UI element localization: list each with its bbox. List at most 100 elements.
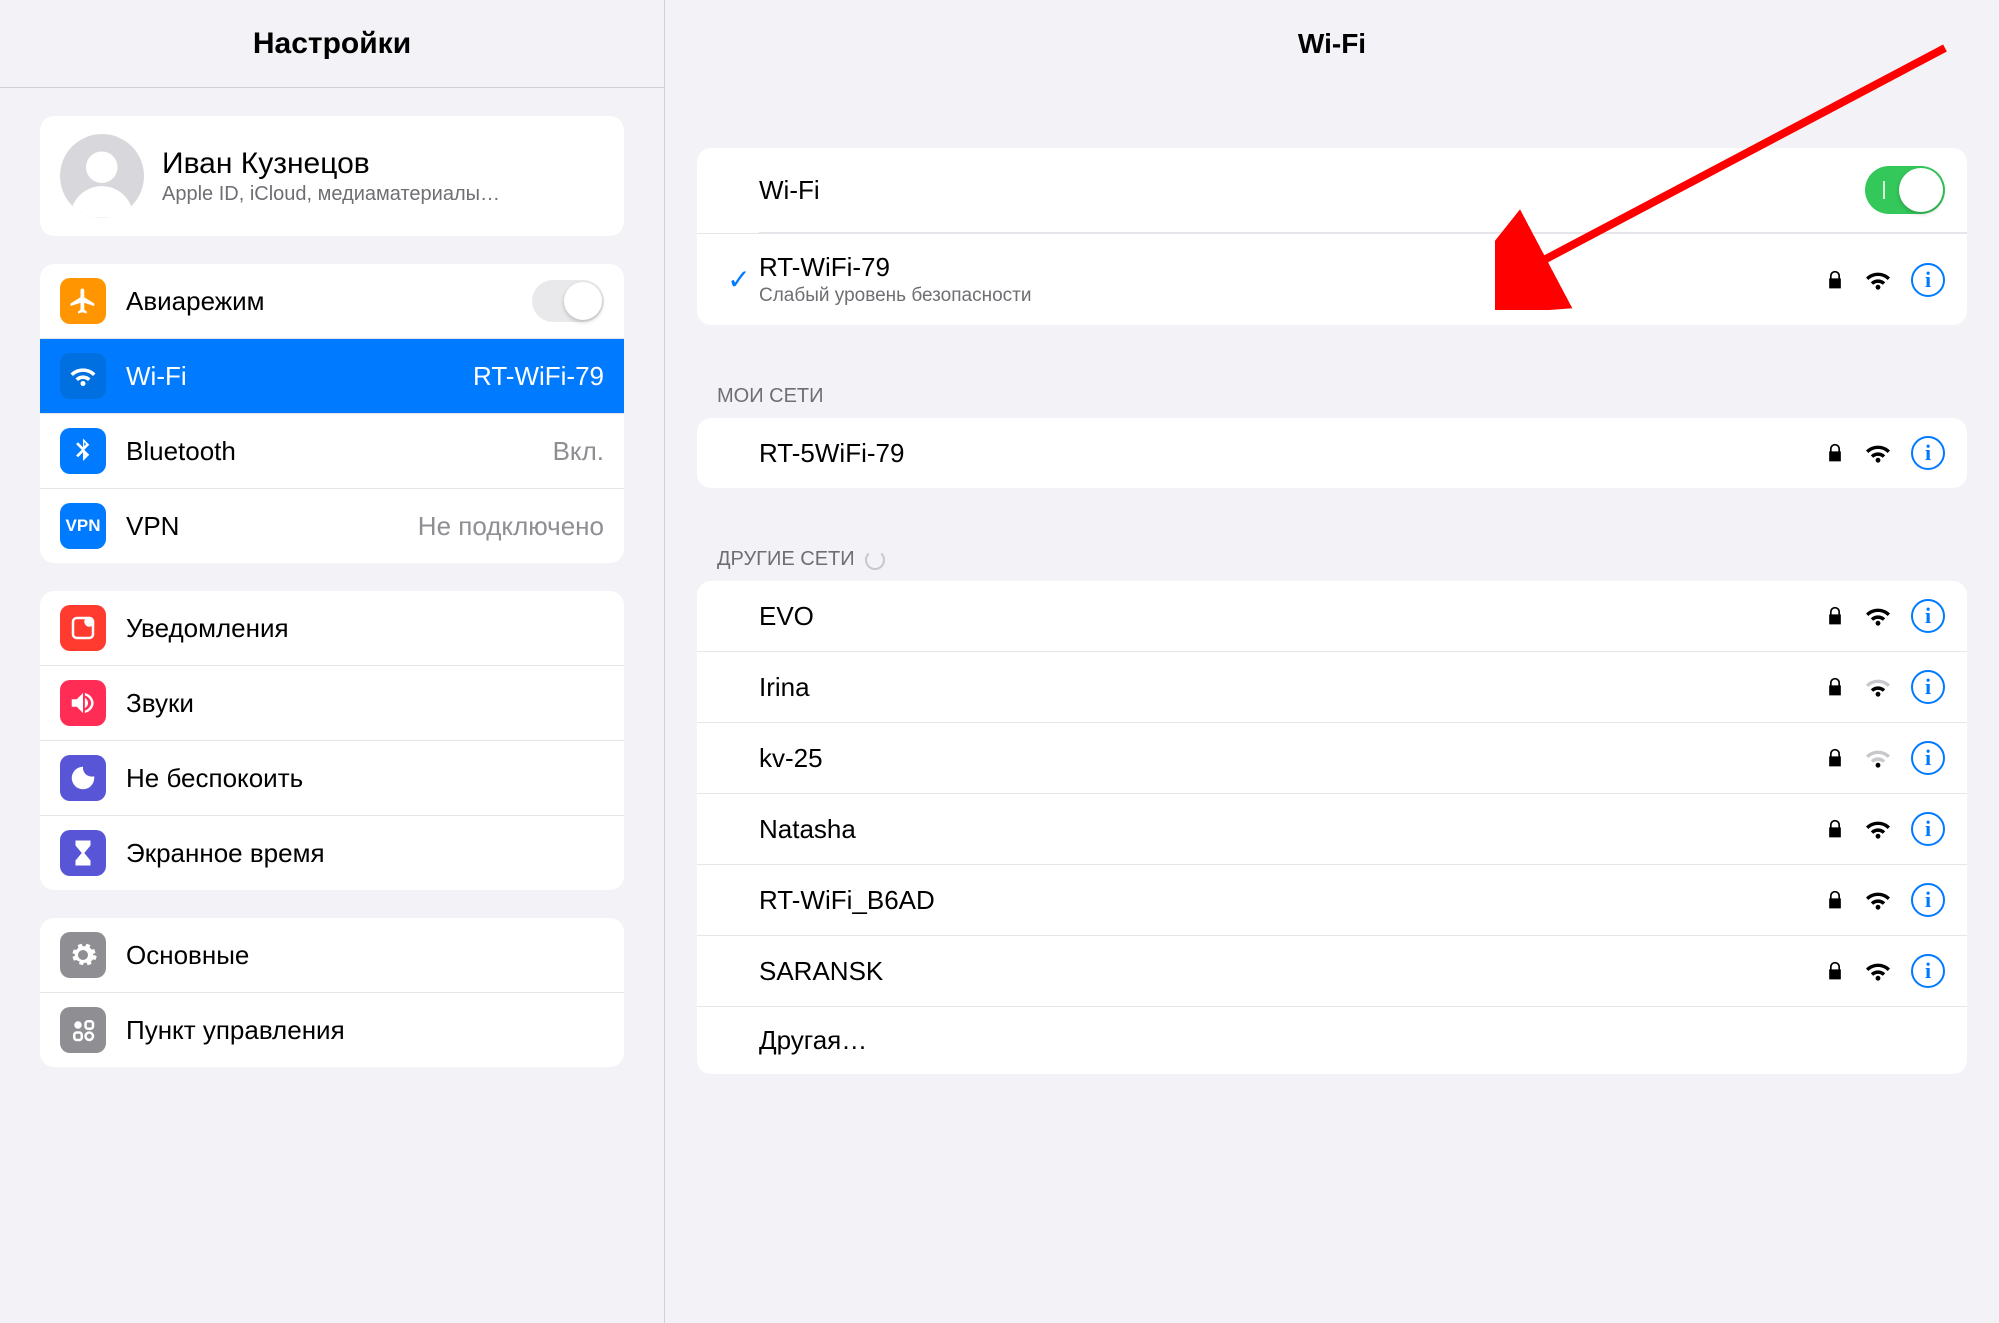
network-row[interactable]: SARANSK i: [697, 935, 1967, 1006]
wifi-toggle-row: Wi-Fi: [697, 148, 1967, 232]
apple-id-card[interactable]: Иван Кузнецов Apple ID, iCloud, медиамат…: [40, 116, 624, 236]
wifi-signal-icon: [1863, 746, 1893, 770]
connected-network-name: RT-WiFi-79: [759, 252, 1825, 283]
sidebar-item-label: Bluetooth: [126, 436, 533, 467]
sidebar-item-label: VPN: [126, 511, 398, 542]
other-network-label: Другая…: [759, 1025, 1945, 1056]
settings-sidebar: Настройки Иван Кузнецов Apple ID, iCloud…: [0, 0, 665, 1323]
network-row[interactable]: Irina i: [697, 651, 1967, 722]
connected-network-subtitle: Слабый уровень безопасности: [759, 285, 1825, 307]
my-networks-section: МОИ СЕТИ RT-5WiFi-79 i: [697, 385, 1967, 488]
vpn-icon: VPN: [60, 503, 106, 549]
info-button[interactable]: i: [1911, 436, 1945, 470]
lock-icon: [1825, 746, 1845, 770]
sidebar-item-label: Пункт управления: [126, 1015, 604, 1046]
wifi-signal-icon: [1863, 604, 1893, 628]
lock-icon: [1825, 817, 1845, 841]
sidebar-item-label: Авиарежим: [126, 286, 512, 317]
lock-icon: [1825, 604, 1845, 628]
network-row[interactable]: Natasha i: [697, 793, 1967, 864]
connected-network-row[interactable]: ✓ RT-WiFi-79 Слабый уровень безопасности…: [697, 233, 1967, 325]
moon-icon: [60, 755, 106, 801]
sidebar-header: Настройки: [0, 0, 664, 88]
lock-icon: [1825, 268, 1845, 292]
wifi-toggle-card: Wi-Fi ✓ RT-WiFi-79 Слабый уровень безопа…: [697, 148, 1967, 325]
lock-icon: [1825, 441, 1845, 465]
control-center-icon: [60, 1007, 106, 1053]
airplane-toggle[interactable]: [532, 280, 604, 322]
other-network-row[interactable]: Другая…: [697, 1006, 1967, 1074]
sidebar-item-screentime[interactable]: Экранное время: [40, 815, 624, 890]
sidebar-item-label: Wi-Fi: [126, 361, 453, 392]
network-row[interactable]: kv-25 i: [697, 722, 1967, 793]
sidebar-item-notifications[interactable]: Уведомления: [40, 591, 624, 665]
wifi-signal-icon: [1863, 817, 1893, 841]
info-button[interactable]: i: [1911, 263, 1945, 297]
network-row[interactable]: RT-5WiFi-79 i: [697, 418, 1967, 488]
wifi-signal-icon: [1863, 675, 1893, 699]
network-name: SARANSK: [759, 956, 1825, 987]
info-button[interactable]: i: [1911, 599, 1945, 633]
hourglass-icon: [60, 830, 106, 876]
lock-icon: [1825, 959, 1845, 983]
sidebar-item-general[interactable]: Основные: [40, 918, 624, 992]
sidebar-item-wifi[interactable]: Wi-Fi RT-WiFi-79: [40, 338, 624, 413]
wifi-signal-icon: [1863, 441, 1893, 465]
network-name: RT-5WiFi-79: [759, 438, 1825, 469]
network-name: RT-WiFi_B6AD: [759, 885, 1825, 916]
general-group: Основные Пункт управления: [40, 918, 624, 1067]
wifi-toggle[interactable]: [1865, 166, 1945, 214]
sidebar-item-label: Экранное время: [126, 838, 604, 869]
sidebar-item-value: Вкл.: [553, 436, 604, 467]
sidebar-item-sounds[interactable]: Звуки: [40, 665, 624, 740]
main-header: Wi-Fi: [665, 0, 1999, 88]
sidebar-item-control[interactable]: Пункт управления: [40, 992, 624, 1067]
notifications-icon: [60, 605, 106, 651]
other-networks-section: ДРУГИЕ СЕТИ EVOiIrinaikv-25iNatashaiRT-W…: [697, 548, 1967, 1074]
sidebar-item-bluetooth[interactable]: Bluetooth Вкл.: [40, 413, 624, 488]
sidebar-item-airplane[interactable]: Авиарежим: [40, 264, 624, 338]
main-title: Wi-Fi: [1298, 28, 1366, 60]
wifi-panel: Wi-Fi Wi-Fi ✓ RT-WiFi-79 Слабый уровень …: [665, 0, 1999, 1323]
info-button[interactable]: i: [1911, 883, 1945, 917]
network-name: Irina: [759, 672, 1825, 703]
sidebar-item-value: Не подключено: [418, 511, 604, 542]
network-row[interactable]: EVO i: [697, 581, 1967, 651]
lock-icon: [1825, 888, 1845, 912]
lock-icon: [1825, 675, 1845, 699]
apple-id-name: Иван Кузнецов: [162, 147, 500, 181]
apple-id-subtitle: Apple ID, iCloud, медиаматериалы…: [162, 183, 500, 206]
other-networks-header: ДРУГИЕ СЕТИ: [697, 548, 1967, 581]
my-networks-header: МОИ СЕТИ: [697, 385, 1967, 418]
wifi-icon: [60, 353, 106, 399]
sounds-icon: [60, 680, 106, 726]
sidebar-item-dnd[interactable]: Не беспокоить: [40, 740, 624, 815]
wifi-signal-icon: [1863, 268, 1893, 292]
network-name: kv-25: [759, 743, 1825, 774]
sidebar-item-label: Звуки: [126, 688, 604, 719]
network-name: Natasha: [759, 814, 1825, 845]
checkmark-icon: ✓: [719, 263, 759, 296]
sidebar-item-label: Уведомления: [126, 613, 604, 644]
info-button[interactable]: i: [1911, 670, 1945, 704]
sidebar-item-vpn[interactable]: VPN VPN Не подключено: [40, 488, 624, 563]
avatar-icon: [60, 134, 144, 218]
info-button[interactable]: i: [1911, 812, 1945, 846]
info-button[interactable]: i: [1911, 954, 1945, 988]
sidebar-item-label: Не беспокоить: [126, 763, 604, 794]
network-name: EVO: [759, 601, 1825, 632]
notifications-group: Уведомления Звуки Не беспокоить Экранное…: [40, 591, 624, 890]
info-button[interactable]: i: [1911, 741, 1945, 775]
spinner-icon: [865, 550, 885, 570]
wifi-signal-icon: [1863, 888, 1893, 912]
sidebar-title: Настройки: [253, 27, 411, 61]
wifi-signal-icon: [1863, 959, 1893, 983]
connectivity-group: Авиарежим Wi-Fi RT-WiFi-79 Bluetooth Вкл…: [40, 264, 624, 563]
airplane-icon: [60, 278, 106, 324]
wifi-toggle-label: Wi-Fi: [759, 175, 1865, 206]
bluetooth-icon: [60, 428, 106, 474]
sidebar-item-value: RT-WiFi-79: [473, 361, 604, 392]
sidebar-item-label: Основные: [126, 940, 604, 971]
network-row[interactable]: RT-WiFi_B6AD i: [697, 864, 1967, 935]
gear-icon: [60, 932, 106, 978]
